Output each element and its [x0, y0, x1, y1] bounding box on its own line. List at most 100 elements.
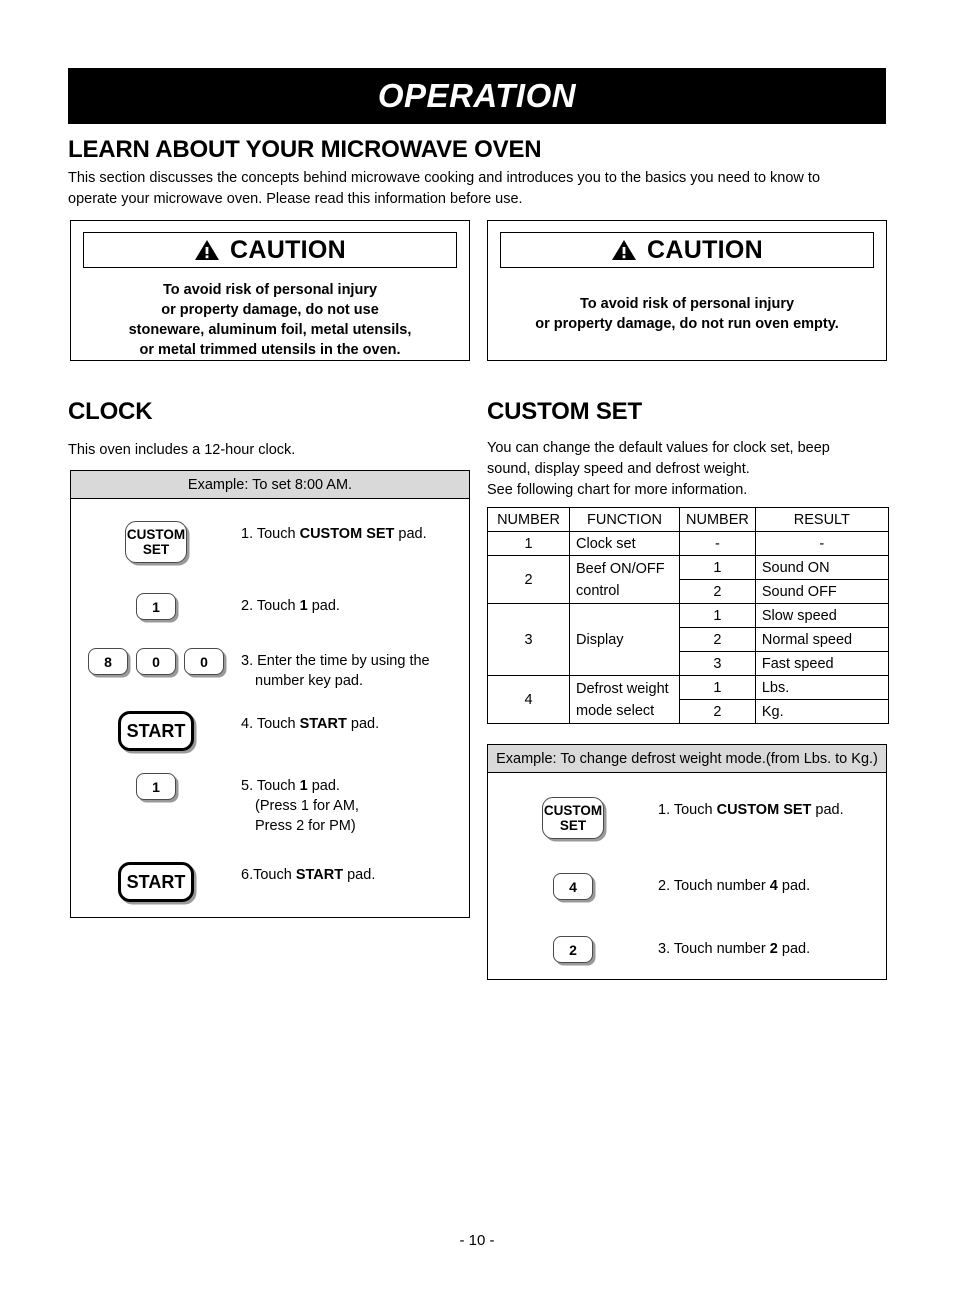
page-banner: OPERATION	[68, 68, 886, 124]
step-text-lead: 6.Touch	[241, 867, 296, 883]
custom-set-intro: You can change the default values for cl…	[487, 438, 887, 501]
pad-number-1[interactable]: 1	[136, 773, 176, 800]
instruction-step: 4 2. Touch number 4 pad.	[488, 871, 886, 900]
step-text: 3. Enter the time by using the number key…	[241, 646, 430, 691]
step-text-tail: pad.	[307, 778, 340, 794]
table-row: 1 Clock set - -	[487, 531, 889, 556]
caution-right-line2: or property damage, do not run oven empt…	[535, 316, 839, 332]
instruction-step: 2 3. Touch number 2 pad.	[488, 934, 886, 963]
step-keys: 1	[71, 771, 241, 800]
table-cell-result: Normal speed	[754, 627, 889, 652]
step-keys: CUSTOM SET	[71, 519, 241, 563]
instruction-step: 8 0 0 3. Enter the time by using the number …	[71, 646, 469, 691]
table-cell-function: Clock set	[569, 531, 680, 556]
table-cell-subnumber: -	[679, 531, 756, 556]
table-cell-function: Beef ON/OFF control	[569, 555, 680, 604]
caution-right-header: CAUTION	[500, 232, 874, 268]
table-header-cell: NUMBER	[679, 507, 756, 532]
pad-label: 1	[152, 778, 160, 795]
table-cell-result: Lbs.	[754, 675, 889, 700]
custom-set-intro-line3: See following chart for more information…	[487, 482, 748, 498]
custom-set-example-title: Example: To change defrost weight mode.(…	[488, 745, 886, 773]
pad-start[interactable]: START	[118, 862, 194, 902]
clock-example-title: Example: To set 8:00 AM.	[71, 471, 469, 499]
caution-right-line1: To avoid risk of personal injury	[579, 296, 795, 312]
pad-label: 2	[569, 941, 577, 958]
pad-number-8[interactable]: 8	[88, 648, 128, 675]
clock-intro: This oven includes a 12-hour clock.	[68, 442, 296, 458]
step-text-lead: 5. Touch	[241, 778, 300, 794]
pad-number-1[interactable]: 1	[136, 593, 176, 620]
caution-left-line3: stoneware, aluminum foil, metal utensils…	[128, 322, 412, 338]
step-keys: 8 0 0	[71, 646, 241, 675]
step-text-lead: 1. Touch	[241, 526, 300, 542]
step-text-emphasis: 4	[769, 878, 778, 894]
table-cell-result: Fast speed	[754, 651, 889, 676]
custom-set-table: NUMBER FUNCTION NUMBER RESULT 1 Clock set - -2 B…	[487, 507, 889, 724]
pad-label: START	[126, 871, 186, 892]
learn-paragraph: This section discusses the concepts behi…	[68, 170, 821, 207]
pad-custom-set[interactable]: CUSTOM SET	[542, 797, 604, 839]
step-text: 6.Touch START pad.	[241, 860, 375, 885]
step-text: 1. Touch CUSTOM SET pad.	[658, 795, 844, 820]
table-header-cell: FUNCTION	[569, 507, 680, 532]
table-cell-subnumber: 3	[679, 651, 756, 676]
pad-label: 0	[200, 653, 208, 670]
table-cell-result: Sound ON	[754, 555, 889, 580]
table-cell-function: Defrost weight mode select	[569, 675, 680, 724]
step-text-sub: (Press 1 for AM,	[255, 798, 359, 814]
section-heading-learn: LEARN ABOUT YOUR MICROWAVE OVEN	[68, 136, 542, 163]
custom-set-steps-list: CUSTOM SET 1. Touch CUSTOM SET pad. 4 2. Tou…	[488, 795, 886, 963]
caution-left-body: To avoid risk of personal injury or prop…	[71, 280, 469, 360]
section-heading-custom-set: CUSTOM SET	[487, 398, 642, 425]
pad-number-2[interactable]: 2	[553, 936, 593, 963]
step-text-lead: 3. Enter the time by using the	[241, 653, 430, 669]
table-row: 2 Beef ON/OFF control 1 Sound ON	[487, 555, 889, 604]
pad-label: START	[126, 720, 186, 741]
table-cell-number: 1	[487, 531, 570, 556]
step-text-tail: pad.	[777, 878, 811, 894]
step-text-lead: 2. Touch	[241, 598, 300, 614]
pad-number-4[interactable]: 4	[553, 873, 593, 900]
table-cell-number: 3	[487, 603, 570, 676]
banner-title: OPERATION	[377, 77, 577, 114]
step-text-emphasis: START	[295, 867, 344, 883]
step-text-lead: 3. Touch number	[658, 941, 770, 957]
table-cell-subnumber: 2	[679, 579, 756, 604]
clock-steps-list: CUSTOM SET 1. Touch CUSTOM SET pad. 1 2. Tou…	[71, 519, 469, 902]
step-text: 3. Touch number 2 pad.	[658, 934, 810, 959]
table-row: 4 Defrost weight mode select 1 Lbs.	[487, 675, 889, 724]
custom-set-intro-line2: sound, display speed and defrost weight.	[487, 461, 750, 477]
pad-number-0[interactable]: 0	[184, 648, 224, 675]
step-text: 1. Touch CUSTOM SET pad.	[241, 519, 427, 544]
pad-label: CUSTOM SET	[126, 527, 186, 557]
document-page: OPERATION LEARN ABOUT YOUR MICROWAVE OVE…	[0, 0, 954, 1307]
pad-number-0[interactable]: 0	[136, 648, 176, 675]
table-header-cell: RESULT	[754, 507, 889, 532]
step-text-sub: number key pad.	[255, 673, 364, 689]
table-row: 3 Display 1 Slow speed	[487, 603, 889, 676]
table-cell-subnumber: 1	[679, 675, 756, 700]
step-text-emphasis: START	[299, 716, 347, 732]
warning-triangle-icon	[195, 240, 219, 260]
pad-label: CUSTOM SET	[543, 803, 603, 833]
caution-right-title: CAUTION	[647, 235, 763, 264]
table-cell-number: 2	[487, 555, 570, 604]
table-cell-subnumber: 1	[679, 603, 756, 628]
instruction-step: START 6.Touch START pad.	[71, 860, 469, 902]
step-text-emphasis: CUSTOM SET	[716, 802, 812, 818]
step-keys: 2	[488, 934, 658, 963]
step-text-emphasis: 1	[299, 598, 308, 614]
pad-label: 8	[104, 653, 112, 670]
pad-label: 1	[152, 598, 160, 615]
table-header-cell: NUMBER	[487, 507, 570, 532]
caution-left-header: CAUTION	[83, 232, 457, 268]
instruction-step: CUSTOM SET 1. Touch CUSTOM SET pad.	[71, 519, 469, 563]
caution-left-line4: or metal trimmed utensils in the oven.	[139, 342, 401, 358]
table-cell-subnumber: 2	[679, 699, 756, 724]
pad-label: 4	[569, 878, 577, 895]
pad-start[interactable]: START	[118, 711, 194, 751]
pad-custom-set[interactable]: CUSTOM SET	[125, 521, 187, 563]
step-text-emphasis: 2	[769, 941, 778, 957]
instruction-step: 1 5. Touch 1 pad. (Press 1 for AM, Press 2…	[71, 771, 469, 836]
